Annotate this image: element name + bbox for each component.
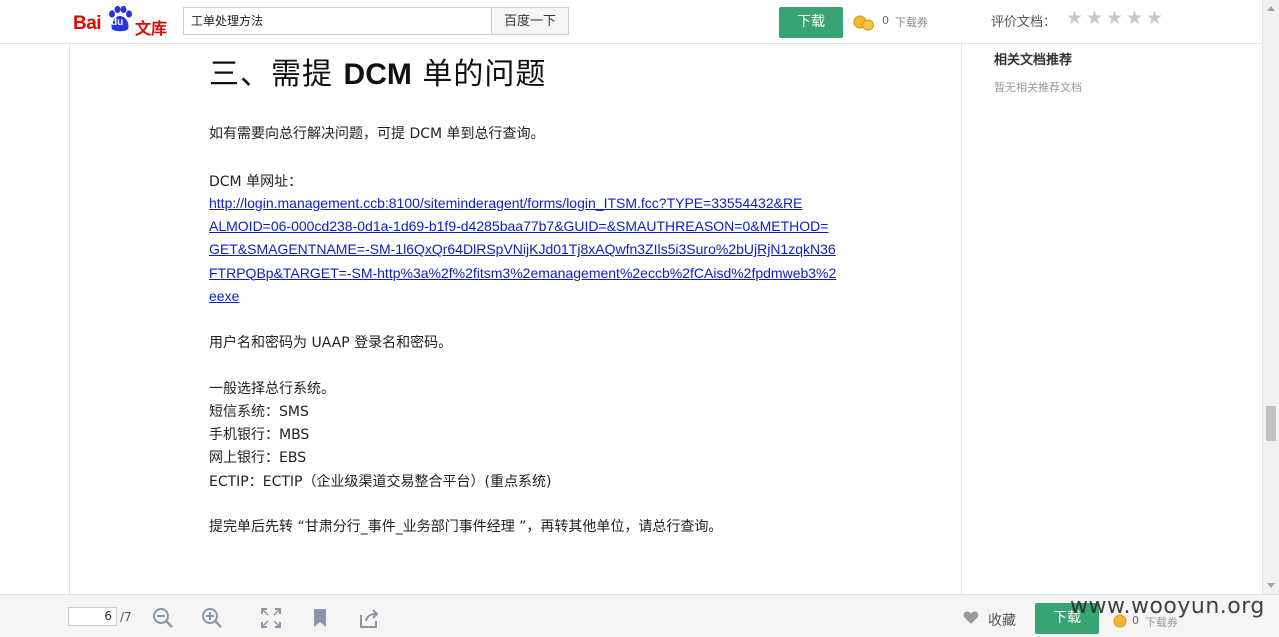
url-line[interactable]: http://login.management.ccb:8100/sitemin… <box>209 192 829 215</box>
paragraph-ectip: ECTIP：ECTIP（企业级渠道交易整合平台）(重点系统) <box>209 474 552 490</box>
top-bar: Bai du 文库 工单处理方法 百度一下 下载 0 下载券 评价文档： ★ ★… <box>0 0 1262 44</box>
paragraph-login: 用户名和密码为 UAAP 登录名和密码。 <box>209 335 453 351</box>
bookmark-icon[interactable] <box>309 607 331 629</box>
scroll-up-arrow-icon[interactable] <box>1267 6 1275 11</box>
paragraph-sms: 短信系统：SMS <box>209 404 309 420</box>
coin-icon <box>853 15 874 31</box>
watermark-text: www.wooyun.org <box>1070 594 1265 619</box>
logo-text-wenku: 文库 <box>135 19 168 38</box>
rating-stars[interactable]: ★ ★ ★ ★ ★ <box>1066 9 1165 28</box>
related-docs-title: 相关文档推荐 <box>994 53 1073 68</box>
heading-bold: DCM <box>343 58 412 91</box>
zoom-in-icon[interactable] <box>201 607 223 629</box>
dcm-url-link[interactable]: http://login.management.ccb:8100/sitemin… <box>209 192 836 308</box>
page-number-input[interactable]: 6 <box>68 607 117 626</box>
zoom-out-icon[interactable] <box>152 607 174 629</box>
heading-suffix: 单的问题 <box>411 57 547 92</box>
heading-prefix: 三、需提 <box>209 57 344 92</box>
paragraph-mbs: 手机银行：MBS <box>209 427 310 443</box>
favorite-button[interactable]: 收藏 <box>988 610 1016 630</box>
baidu-wenku-logo[interactable]: Bai du 文库 <box>73 4 169 38</box>
star-icon[interactable]: ★ <box>1146 9 1165 28</box>
paragraph-after: 提完单后先转 “甘肃分行_事件_业务部门事件经理 ”，再转其他单位，请总行查询。 <box>209 519 723 535</box>
url-line[interactable]: FTRPQBp&TARGET=-SM-http%3a%2f%2fitsm3%2e… <box>209 262 836 285</box>
coin-count: 0 <box>882 14 889 27</box>
url-line[interactable]: eexe <box>209 285 829 308</box>
rate-label: 评价文档： <box>991 15 1057 30</box>
logo-text-du: du <box>111 17 124 28</box>
scroll-thumb[interactable] <box>1266 406 1276 441</box>
heart-icon[interactable] <box>963 611 979 625</box>
paragraph-ebs: 网上银行：EBS <box>209 450 307 466</box>
vertical-scrollbar[interactable] <box>1262 0 1279 594</box>
page-total: /7 <box>120 610 132 624</box>
search-input[interactable]: 工单处理方法 <box>183 7 491 35</box>
search-button[interactable]: 百度一下 <box>491 7 569 35</box>
star-icon[interactable]: ★ <box>1066 9 1085 28</box>
share-icon[interactable] <box>358 607 380 629</box>
section-heading: 三、需提 DCM 单的问题 <box>209 49 546 93</box>
star-icon[interactable]: ★ <box>1106 9 1125 28</box>
url-line[interactable]: ALMOID=06-000cd238-0d1a-1d69-b1f9-d4285b… <box>209 215 829 238</box>
paragraph-intro: 如有需要向总行解决问题，可提 DCM 单到总行查询。 <box>209 126 545 142</box>
star-icon[interactable]: ★ <box>1086 9 1105 28</box>
document-page: 三、需提 DCM 单的问题 如有需要向总行解决问题，可提 DCM 单到总行查询。… <box>69 43 962 594</box>
download-button[interactable]: 下载 <box>779 7 843 38</box>
related-docs-empty: 暂无相关推荐文档 <box>994 81 1082 94</box>
scroll-down-arrow-icon[interactable] <box>1267 583 1275 588</box>
paragraph-select: 一般选择总行系统。 <box>209 381 335 397</box>
url-line[interactable]: GET&SMAGENTNAME=-SM-1l6QxQr64DlRSpVNijKJ… <box>209 238 836 261</box>
logo-text-bai: Bai <box>73 13 102 34</box>
fullscreen-icon[interactable] <box>260 607 282 629</box>
star-icon[interactable]: ★ <box>1126 9 1145 28</box>
url-label: DCM 单网址： <box>209 174 303 190</box>
coin-label: 下载券 <box>895 16 928 29</box>
